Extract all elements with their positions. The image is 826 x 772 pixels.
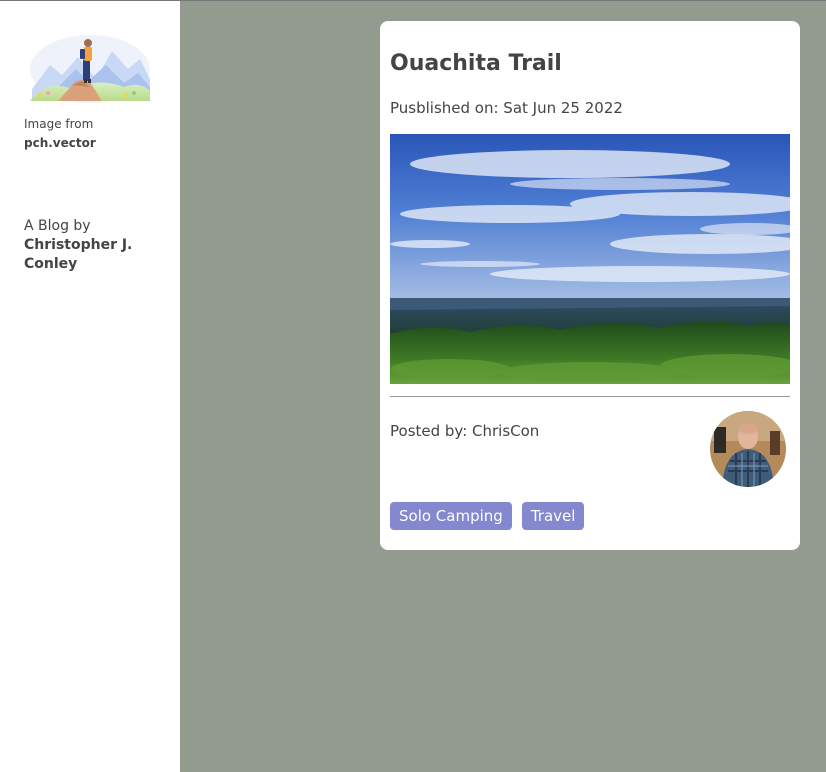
image-credit: Image from pch.vector <box>24 115 96 153</box>
blog-byline: A Blog by Christopher J. Conley <box>24 217 164 274</box>
tag-solo-camping[interactable]: Solo Camping <box>390 502 512 530</box>
post-date: Pusblished on: Sat Jun 25 2022 <box>390 99 623 117</box>
blog-post-card[interactable]: Ouachita Trail Pusblished on: Sat Jun 25… <box>380 21 800 550</box>
post-photo <box>390 134 790 384</box>
byline-author: Christopher J. Conley <box>24 237 133 272</box>
hiker-illustration-icon <box>30 35 150 103</box>
post-divider <box>390 396 790 397</box>
post-author: Posted by: ChrisCon <box>390 422 540 440</box>
image-credit-source: pch.vector <box>24 136 96 150</box>
post-title[interactable]: Ouachita Trail <box>390 51 562 76</box>
post-tags: Solo Camping Travel <box>390 502 585 530</box>
byline-prefix: A Blog by <box>24 218 91 234</box>
tag-travel[interactable]: Travel <box>521 502 585 530</box>
image-credit-prefix: Image from <box>24 117 94 131</box>
author-avatar[interactable] <box>710 411 786 487</box>
sidebar: Image from pch.vector A Blog by Christop… <box>0 1 180 772</box>
